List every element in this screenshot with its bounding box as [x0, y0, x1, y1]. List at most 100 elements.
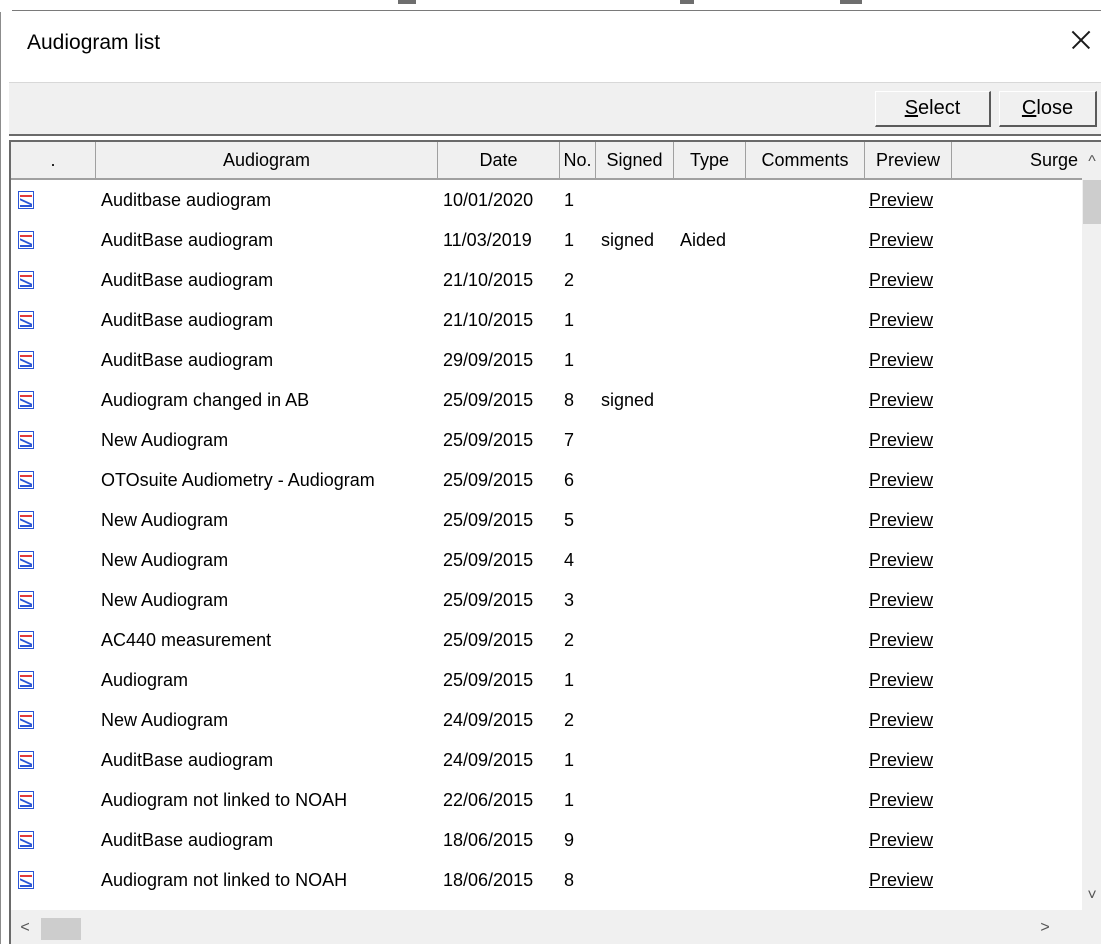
title-bar: Audiogram list [1, 12, 1101, 82]
column-header-comments[interactable]: Comments [746, 142, 865, 178]
close-label-rest: lose [1036, 97, 1074, 119]
table-row[interactable]: Audiogram not linked to NOAH 18/06/2015 8 P… [11, 860, 1082, 900]
cell-audiogram: AuditBase audiogram [101, 350, 274, 370]
cell-date: 25/09/2015 [443, 550, 534, 570]
scroll-right-icon[interactable]: > [1035, 918, 1055, 938]
cell-date: 25/09/2015 [443, 590, 534, 610]
table-row[interactable]: Auditbase audiogram 10/01/2020 1 Preview [11, 180, 1082, 220]
cell-audiogram: Audiogram changed in AB [101, 390, 310, 410]
audiogram-chart-icon [18, 471, 34, 489]
cell-date: 10/01/2020 [443, 190, 534, 210]
vertical-scroll-thumb[interactable] [1083, 180, 1101, 224]
table-row[interactable]: New Audiogram 25/09/2015 5 Preview [11, 500, 1082, 540]
preview-link[interactable]: Preview [869, 180, 933, 220]
cell-audiogram: Audiogram not linked to NOAH [101, 790, 348, 810]
horizontal-scrollbar[interactable]: < > [11, 910, 1082, 944]
select-button[interactable]: Select [875, 91, 991, 127]
preview-link[interactable]: Preview [869, 580, 933, 620]
column-header-signed[interactable]: Signed [596, 142, 674, 178]
table-row[interactable]: New Audiogram 24/09/2015 2 Preview [11, 700, 1082, 740]
column-header-preview[interactable]: Preview [865, 142, 952, 178]
cell-audiogram: AuditBase audiogram [101, 270, 274, 290]
preview-link[interactable]: Preview [869, 780, 933, 820]
table-row[interactable]: AuditBase audiogram 11/03/2019 1 signed Aide… [11, 220, 1082, 260]
preview-link[interactable]: Preview [869, 700, 933, 740]
table-row[interactable]: Audiogram changed in AB 25/09/2015 8 signed… [11, 380, 1082, 420]
cell-no: 5 [564, 510, 575, 530]
audiogram-chart-icon [18, 231, 34, 249]
cell-no: 1 [564, 230, 575, 250]
table-row[interactable]: Audiogram not linked to NOAH 22/06/2015 1 P… [11, 780, 1082, 820]
cell-no: 1 [564, 790, 575, 810]
cell-no: 9 [564, 830, 575, 850]
scroll-left-icon[interactable]: < [15, 918, 35, 938]
cell-audiogram: New Audiogram [101, 590, 229, 610]
preview-link[interactable]: Preview [869, 460, 933, 500]
table-row[interactable]: New Audiogram 25/09/2015 4 Preview [11, 540, 1082, 580]
cell-date: 25/09/2015 [443, 470, 534, 490]
table-row[interactable]: AuditBase audiogram 24/09/2015 1 Preview [11, 740, 1082, 780]
preview-link[interactable]: Preview [869, 300, 933, 340]
close-mnemonic: C [1021, 97, 1037, 119]
cell-date: 22/06/2015 [443, 790, 534, 810]
column-header-type[interactable]: Type [674, 142, 746, 178]
cell-signed: signed [601, 390, 655, 410]
cell-audiogram: AuditBase audiogram [101, 310, 274, 330]
cell-date: 25/09/2015 [443, 430, 534, 450]
preview-link[interactable]: Preview [869, 260, 933, 300]
table-row[interactable]: AuditBase audiogram 21/10/2015 2 Preview [11, 260, 1082, 300]
preview-link[interactable]: Preview [869, 220, 933, 260]
column-header-icon[interactable]: . [11, 142, 96, 178]
table-row[interactable]: Audiogram 25/09/2015 1 Preview [11, 660, 1082, 700]
scroll-up-icon[interactable]: ^ [1082, 152, 1101, 172]
preview-link[interactable]: Preview [869, 420, 933, 460]
table-row[interactable]: AuditBase audiogram 18/06/2015 9 Preview [11, 820, 1082, 860]
preview-link[interactable]: Preview [869, 860, 933, 900]
audiogram-chart-icon [18, 271, 34, 289]
cell-no: 8 [564, 390, 575, 410]
cell-no: 2 [564, 630, 575, 650]
column-header-date[interactable]: Date [438, 142, 560, 178]
close-window-icon[interactable] [1063, 22, 1099, 58]
audiogram-chart-icon [18, 311, 34, 329]
preview-link[interactable]: Preview [869, 540, 933, 580]
cell-audiogram: AuditBase audiogram [101, 830, 274, 850]
cell-no: 1 [564, 310, 575, 330]
table-row-partial[interactable] [11, 900, 1082, 910]
cell-date: 21/10/2015 [443, 270, 534, 290]
cell-date: 25/09/2015 [443, 510, 534, 530]
cell-no: 3 [564, 590, 575, 610]
cell-no: 1 [564, 350, 575, 370]
close-button[interactable]: Close [999, 91, 1097, 127]
audiogram-chart-icon [18, 551, 34, 569]
cell-audiogram: Auditbase audiogram [101, 190, 272, 210]
table-row[interactable]: AC440 measurement 25/09/2015 2 Preview [11, 620, 1082, 660]
column-header-surge[interactable]: Surge [952, 142, 1082, 178]
audiogram-chart-icon [18, 711, 34, 729]
cell-date: 29/09/2015 [443, 350, 534, 370]
preview-link[interactable]: Preview [869, 340, 933, 380]
cell-no: 2 [564, 270, 575, 290]
preview-link[interactable]: Preview [869, 820, 933, 860]
horizontal-scroll-thumb[interactable] [41, 918, 81, 940]
cell-no: 1 [564, 190, 575, 210]
table-row[interactable]: New Audiogram 25/09/2015 7 Preview [11, 420, 1082, 460]
table-row[interactable]: AuditBase audiogram 21/10/2015 1 Preview [11, 300, 1082, 340]
table-row[interactable]: AuditBase audiogram 29/09/2015 1 Preview [11, 340, 1082, 380]
preview-link[interactable]: Preview [869, 500, 933, 540]
preview-link[interactable]: Preview [869, 660, 933, 700]
background-window-edge [0, 0, 1101, 12]
preview-link[interactable]: Preview [869, 740, 933, 780]
table-row[interactable]: OTOsuite Audiometry - Audiogram 25/09/201… [11, 460, 1082, 500]
cell-audiogram: Audiogram not linked to NOAH [101, 870, 348, 890]
cell-audiogram: New Audiogram [101, 550, 229, 570]
column-header-no[interactable]: No. [560, 142, 596, 178]
preview-link[interactable]: Preview [869, 380, 933, 420]
table-row[interactable]: New Audiogram 25/09/2015 3 Preview [11, 580, 1082, 620]
preview-link[interactable]: Preview [869, 620, 933, 660]
scroll-down-icon[interactable]: ˅ [1082, 886, 1101, 906]
vertical-scrollbar[interactable]: ^ ˅ [1082, 142, 1101, 910]
column-header-audiogram[interactable]: Audiogram [96, 142, 438, 178]
cell-no: 4 [564, 550, 575, 570]
cell-audiogram: Audiogram [101, 670, 189, 690]
